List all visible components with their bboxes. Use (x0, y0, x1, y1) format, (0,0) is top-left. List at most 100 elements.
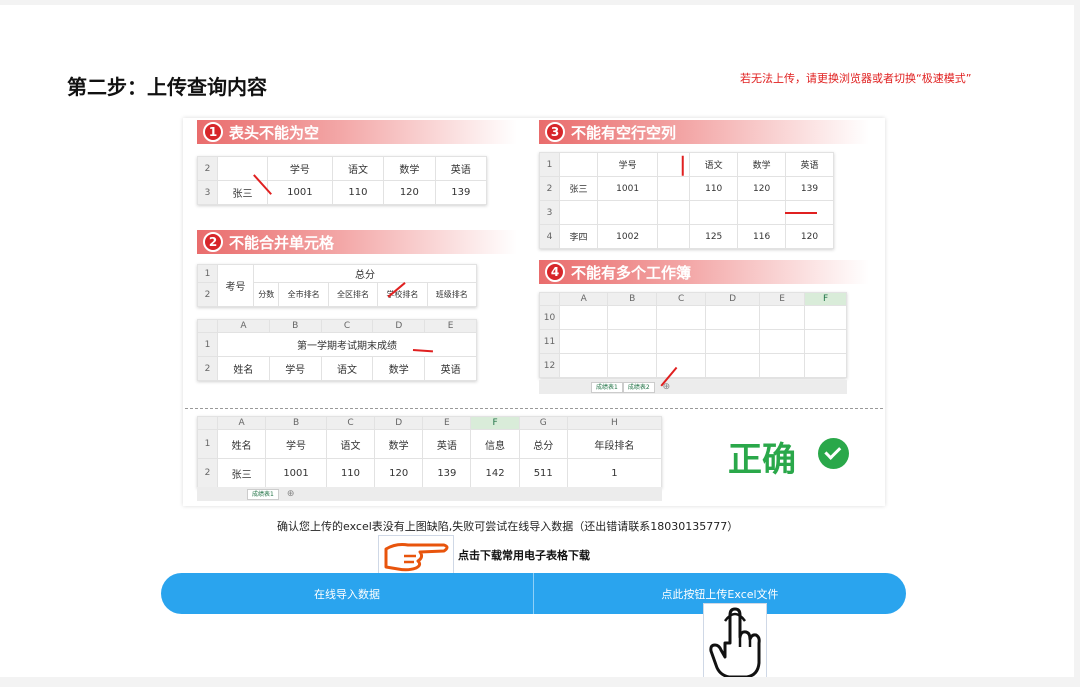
rule-banner-1: 1 表头不能为空 (197, 120, 517, 144)
cell: 考号 (217, 264, 254, 307)
column-header: C (320, 319, 374, 333)
rule-number: 3 (545, 122, 565, 142)
empty-cell (559, 200, 598, 225)
cell: 学号 (267, 156, 333, 181)
cell (217, 156, 268, 181)
column-header: A (216, 416, 267, 430)
empty-cell (737, 200, 787, 225)
column-header: E (424, 319, 477, 333)
sheet-tab: 成绩表1 (247, 488, 279, 500)
cell: 语文 (689, 152, 739, 177)
sheet-tab: 成绩表2 (622, 381, 655, 393)
column-header: A (217, 319, 270, 333)
corner-cell (539, 292, 560, 306)
cell: 张三 (217, 180, 268, 205)
row-header: 1 (197, 264, 218, 283)
cell: 语文 (331, 156, 385, 181)
corner-cell (197, 416, 218, 430)
action-button-bar: 在线导入数据 点此按钮上传Excel文件 (161, 573, 906, 614)
example-table-3: 1 学号 语文 数学 英语 2 张三 1001 110 120 139 3 4 … (539, 152, 834, 249)
cell: 1001 (265, 458, 327, 488)
row-header: 11 (539, 329, 560, 354)
column-header: E (422, 416, 472, 430)
cell: 数学 (374, 429, 424, 459)
row-header: 3 (197, 180, 218, 205)
online-import-button[interactable]: 在线导入数据 (161, 573, 533, 614)
row-header: 2 (539, 176, 560, 201)
row-header: 3 (539, 200, 560, 225)
example-table-1: 2 学号 语文 数学 英语 3 张三 1001 110 120 139 (197, 156, 488, 205)
rule-title: 不能有多个工作簿 (571, 263, 692, 282)
corner-cell (197, 319, 218, 333)
cell: 数学 (372, 356, 426, 381)
column-header: C (656, 292, 707, 306)
cell: 139 (434, 180, 488, 205)
divider (185, 408, 883, 409)
cell (657, 152, 691, 177)
row-header: 2 (197, 156, 218, 181)
cell (657, 224, 691, 249)
confirm-notice: 确认您上传的excel表没有上图缺陷,失败可尝试在线导入数据（还出错请联系180… (277, 520, 739, 533)
cell: 语文 (320, 356, 374, 381)
column-header: F (470, 416, 520, 430)
cell: 511 (518, 458, 568, 488)
sheet-tabs: 成绩表1 ⊕ (197, 487, 662, 501)
cell: 120 (737, 176, 787, 201)
cell: 120 (383, 180, 436, 205)
cell: 1 (566, 458, 663, 488)
red-arrow (785, 212, 817, 214)
empty-cell (657, 200, 691, 225)
column-header: F (804, 292, 847, 306)
rule-title: 不能合并单元格 (229, 233, 335, 252)
page-bottom-strip (0, 677, 1080, 687)
cell: 110 (689, 176, 739, 201)
empty-cell (689, 200, 739, 225)
rule-title: 不能有空行空列 (571, 123, 677, 142)
cell: 英语 (424, 356, 477, 381)
rule-banner-3: 3 不能有空行空列 (539, 120, 869, 144)
column-header: B (265, 416, 327, 430)
page-title: 第二步：上传查询内容 (67, 75, 267, 99)
rule-number: 4 (545, 262, 565, 282)
pointing-hand-icon (378, 535, 454, 577)
example-table-2a: 1 考号 总分 2 分数 全市排名 全区排名 学校排名 班级排名 (197, 264, 478, 307)
merged-cell: 第一学期考试期末成绩 (217, 332, 477, 357)
cell: 李四 (559, 224, 598, 249)
cell: 110 (325, 458, 376, 488)
column-header: D (372, 319, 426, 333)
cell: 学号 (596, 152, 659, 177)
sheet-tab: 成绩表1 (591, 381, 623, 393)
cell: 信息 (470, 429, 520, 459)
row-header: 10 (539, 305, 560, 330)
cell: 学号 (268, 356, 322, 381)
cell: 142 (470, 458, 520, 488)
column-header: G (518, 416, 568, 430)
correct-label: 正确 (728, 440, 796, 480)
red-arrow (682, 155, 684, 176)
cell: 学校排名 (377, 282, 428, 307)
correct-example-table: A B C D E F G H 1 姓名 学号 语文 数学 英语 信息 总分 年… (197, 416, 663, 488)
cell (657, 176, 691, 201)
cell (559, 152, 598, 177)
cell: 数学 (737, 152, 787, 177)
empty-cell (596, 200, 659, 225)
cell: 1002 (596, 224, 659, 249)
cell: 120 (374, 458, 424, 488)
cell: 总分 (518, 429, 568, 459)
row-header: 2 (197, 458, 218, 488)
cell: 总分 (253, 264, 477, 283)
cell: 1001 (596, 176, 659, 201)
cell: 1001 (267, 180, 333, 205)
cell: 英语 (785, 152, 834, 177)
cell: 数学 (383, 156, 436, 181)
column-header: C (325, 416, 376, 430)
rule-banner-2: 2 不能合并单元格 (197, 230, 517, 254)
row-header: 1 (539, 152, 560, 177)
download-template-link[interactable]: 点击下载常用电子表格下载 (458, 547, 590, 563)
cell: 110 (331, 180, 385, 205)
cell: 116 (737, 224, 787, 249)
cell: 125 (689, 224, 739, 249)
row-header: 1 (197, 332, 218, 357)
cell: 分数 (252, 282, 280, 307)
rule-title: 表头不能为空 (229, 123, 320, 142)
